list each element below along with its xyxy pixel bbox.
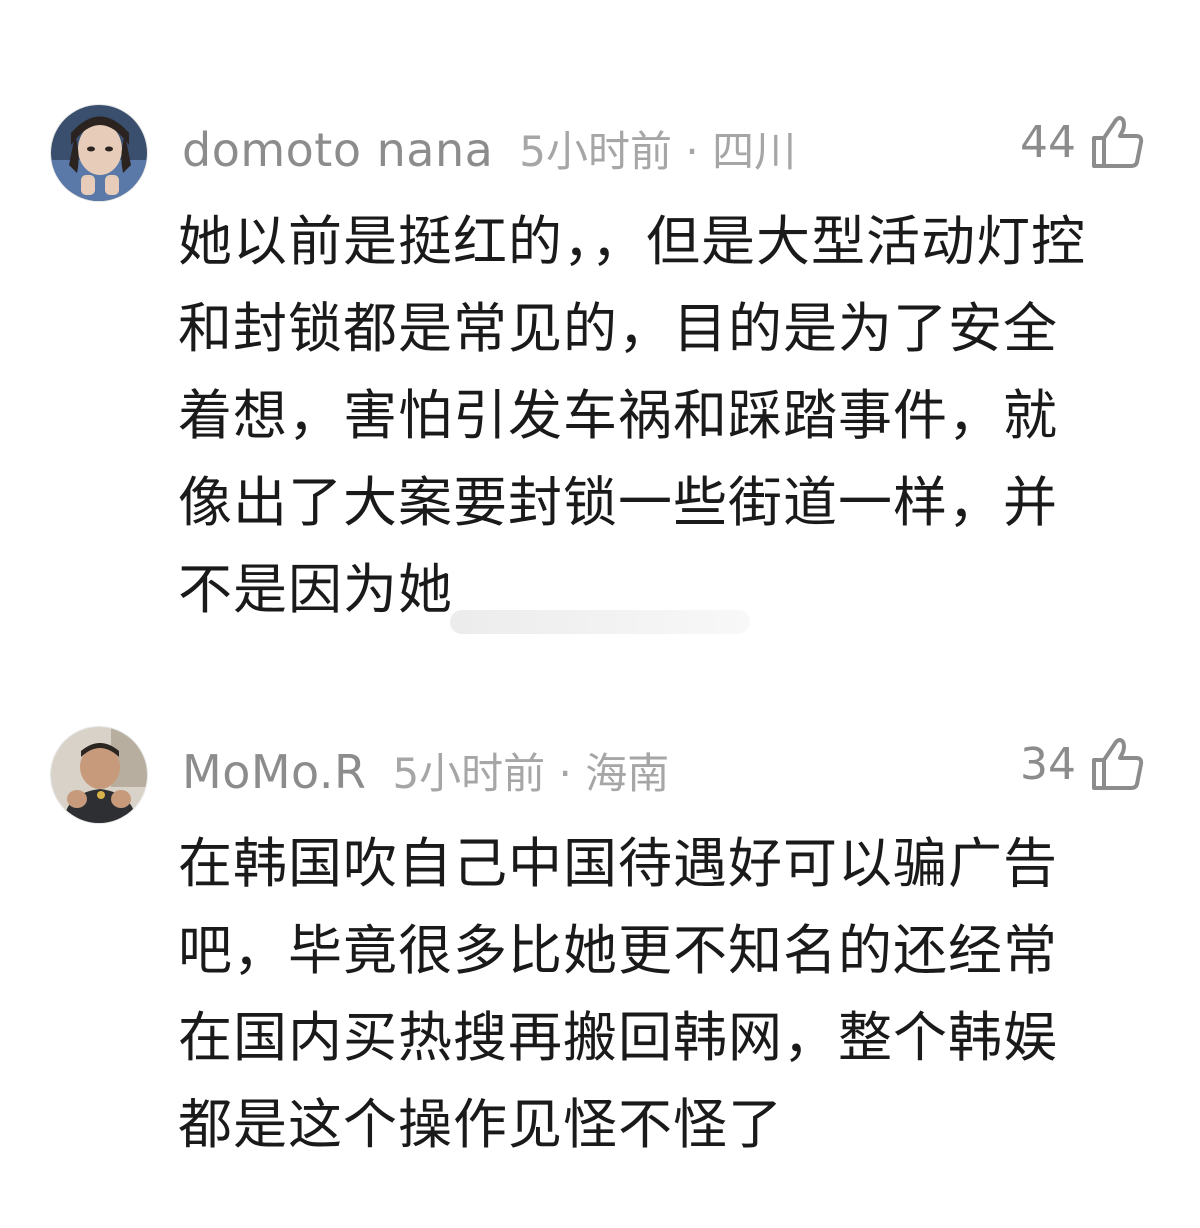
comment-text: 她以前是挺红的，，但是大型活动灯控和封锁都是常见的，目的是为了安全着想，害怕引发… bbox=[178, 210, 1086, 621]
comment-meta: domoto nana 5小时前 · 四川 bbox=[182, 118, 796, 179]
comment-meta: MoMo.R 5小时前 · 海南 bbox=[182, 740, 669, 801]
thumbs-up-icon[interactable] bbox=[1090, 114, 1144, 170]
username[interactable]: MoMo.R bbox=[182, 745, 366, 799]
username[interactable]: domoto nana bbox=[182, 123, 493, 177]
user-avatar-icon[interactable] bbox=[50, 726, 148, 824]
like-button[interactable]: 34 bbox=[1020, 736, 1144, 792]
watermark bbox=[450, 610, 750, 634]
time-location: 5小时前 · 海南 bbox=[392, 749, 670, 798]
like-count: 34 bbox=[1020, 738, 1076, 790]
like-button[interactable]: 44 bbox=[1020, 114, 1144, 170]
like-count: 44 bbox=[1020, 116, 1076, 168]
time-location: 5小时前 · 四川 bbox=[519, 127, 797, 176]
comment-text: 在韩国吹自己中国待遇好可以骗广告吧，毕竟很多比她更不知名的还经常在国内买热搜再搬… bbox=[178, 832, 1058, 1156]
thumbs-up-icon[interactable] bbox=[1090, 736, 1144, 792]
user-avatar-icon[interactable] bbox=[50, 104, 148, 202]
